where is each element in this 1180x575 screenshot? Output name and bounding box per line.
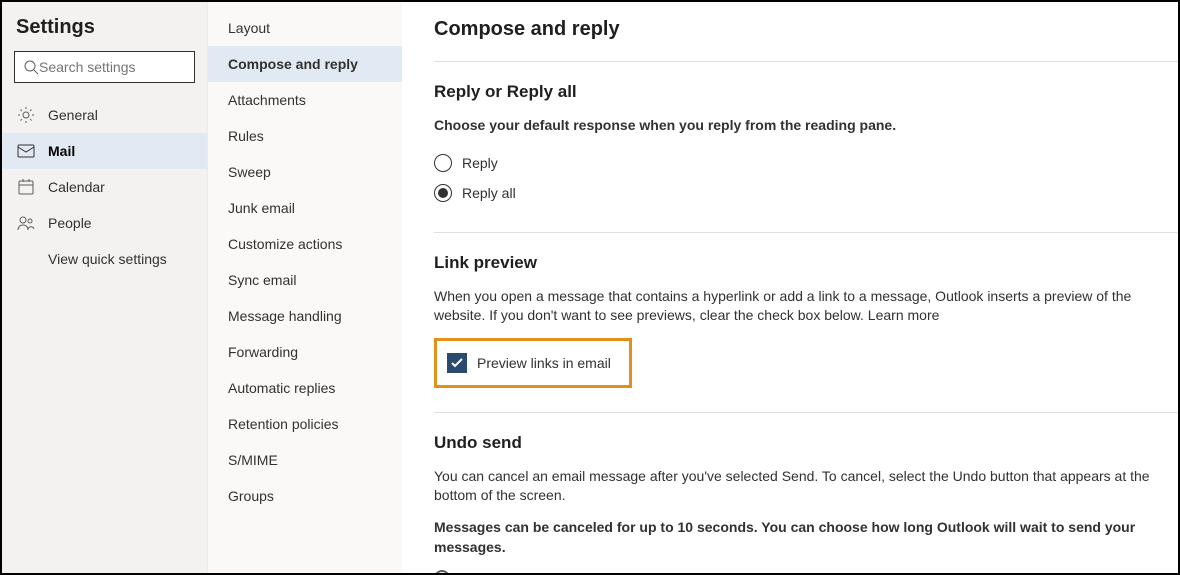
section-desc: Choose your default response when you re… (434, 116, 1178, 136)
gear-icon (16, 105, 36, 125)
section-reply: Reply or Reply all Choose your default r… (434, 61, 1178, 232)
radio-reply-all[interactable]: Reply all (434, 178, 1178, 208)
nav-label: General (48, 107, 98, 123)
search-input[interactable] (39, 59, 220, 75)
subnav-attachments[interactable]: Attachments (208, 82, 402, 118)
search-settings-box[interactable] (14, 51, 195, 83)
subnav-retention-policies[interactable]: Retention policies (208, 406, 402, 442)
radio-icon (434, 184, 452, 202)
section-undo-send: Undo send You can cancel an email messag… (434, 412, 1178, 573)
subnav-layout[interactable]: Layout (208, 10, 402, 46)
undo-slider-wrap: 0 (434, 569, 1178, 573)
search-icon (23, 59, 39, 75)
nav-quick-settings[interactable]: View quick settings (2, 241, 207, 277)
mail-icon (16, 141, 36, 161)
subnav-groups[interactable]: Groups (208, 478, 402, 514)
section-heading: Undo send (434, 433, 1178, 453)
nav-label: Calendar (48, 179, 105, 195)
nav-mail[interactable]: Mail (2, 133, 207, 169)
radio-icon (434, 154, 452, 172)
checkbox-label: Preview links in email (477, 355, 611, 371)
subnav-automatic-replies[interactable]: Automatic replies (208, 370, 402, 406)
radio-label: Reply (462, 155, 498, 171)
subnav-sweep[interactable]: Sweep (208, 154, 402, 190)
nav-label: Mail (48, 143, 75, 159)
checkbox-icon (447, 353, 467, 373)
people-icon (16, 213, 36, 233)
settings-title: Settings (2, 16, 207, 51)
subnav-junk-email[interactable]: Junk email (208, 190, 402, 226)
section-heading: Reply or Reply all (434, 82, 1178, 102)
radio-reply[interactable]: Reply (434, 148, 1178, 178)
nav-label: People (48, 215, 92, 231)
subnav-rules[interactable]: Rules (208, 118, 402, 154)
checkbox-preview-links[interactable]: Preview links in email (447, 347, 619, 379)
nav-people[interactable]: People (2, 205, 207, 241)
undo-slider[interactable] (434, 569, 774, 573)
subnav-message-handling[interactable]: Message handling (208, 298, 402, 334)
section-desc: You can cancel an email message after yo… (434, 467, 1178, 506)
subnav-sync-email[interactable]: Sync email (208, 262, 402, 298)
section-desc: When you open a message that contains a … (434, 287, 1178, 326)
slider-value: 0 (790, 570, 798, 573)
highlight-box: Preview links in email (434, 338, 632, 388)
subnav-customize-actions[interactable]: Customize actions (208, 226, 402, 262)
subnav-forwarding[interactable]: Forwarding (208, 334, 402, 370)
subnav-compose-reply[interactable]: Compose and reply (208, 46, 402, 82)
slider-thumb[interactable] (434, 570, 450, 573)
nav-calendar[interactable]: Calendar (2, 169, 207, 205)
settings-sidebar: Settings General (2, 2, 207, 573)
section-link-preview: Link preview When you open a message tha… (434, 232, 1178, 412)
radio-label: Reply all (462, 185, 516, 201)
primary-nav: General Mail Calendar (2, 97, 207, 277)
nav-label: View quick settings (48, 251, 167, 267)
subnav-smime[interactable]: S/MIME (208, 442, 402, 478)
calendar-icon (16, 177, 36, 197)
mail-subnav: Layout Compose and reply Attachments Rul… (207, 2, 402, 573)
section-heading: Link preview (434, 253, 1178, 273)
settings-content: Compose and reply Reply or Reply all Cho… (402, 2, 1178, 573)
learn-more-link[interactable]: Learn more (868, 307, 940, 323)
nav-general[interactable]: General (2, 97, 207, 133)
page-title: Compose and reply (434, 18, 1178, 41)
section-desc2: Messages can be canceled for up to 10 se… (434, 518, 1178, 557)
